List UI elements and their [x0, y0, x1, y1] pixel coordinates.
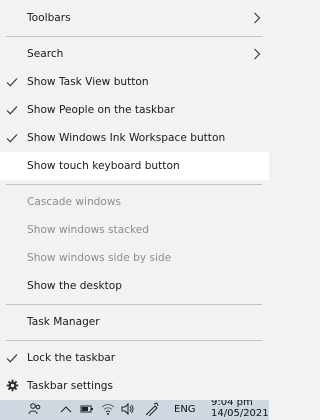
- people-icon[interactable]: [28, 402, 42, 416]
- gear-icon: [6, 379, 19, 392]
- checkmark-icon: [6, 78, 18, 87]
- menu-item-task-manager[interactable]: Task Manager: [0, 308, 269, 336]
- menu-item-label: Show People on the taskbar: [27, 104, 175, 116]
- menu-item-label: Show windows side by side: [27, 252, 172, 264]
- menu-item-toolbars[interactable]: Toolbars: [0, 4, 269, 32]
- clock-time: 9:04 pm: [211, 400, 253, 408]
- menu-item-taskbar-settings[interactable]: Taskbar settings: [0, 372, 269, 400]
- taskbar: ENG 9:04 pm 14/05/2021: [0, 400, 269, 420]
- checkmark-icon: [6, 106, 18, 115]
- menu-item-label: Search: [27, 48, 64, 60]
- menu-separator: [6, 184, 262, 185]
- menu-item-label: Task Manager: [27, 316, 100, 328]
- battery-icon[interactable]: [80, 403, 94, 415]
- menu-separator: [6, 340, 262, 341]
- menu-item-show-people[interactable]: Show People on the taskbar: [0, 96, 269, 124]
- menu-item-show-touch-keyboard[interactable]: Show touch keyboard button: [0, 152, 269, 180]
- menu-separator: [6, 36, 262, 37]
- ink-pen-icon[interactable]: [145, 402, 159, 416]
- checkmark-icon: [6, 134, 18, 143]
- menu-separator: [6, 304, 262, 305]
- volume-icon[interactable]: [121, 403, 135, 415]
- menu-item-label: Show windows stacked: [27, 224, 150, 236]
- menu-item-label: Show touch keyboard button: [27, 160, 180, 172]
- menu-item-show-ink-workspace[interactable]: Show Windows Ink Workspace button: [0, 124, 269, 152]
- taskbar-context-menu: Toolbars Search Show Task View button Sh…: [0, 0, 269, 400]
- chevron-right-icon: [254, 48, 261, 60]
- chevron-up-icon[interactable]: [60, 404, 72, 414]
- menu-item-cascade-windows: Cascade windows: [0, 188, 269, 216]
- menu-item-show-task-view[interactable]: Show Task View button: [0, 68, 269, 96]
- menu-item-label: Toolbars: [27, 12, 71, 24]
- menu-item-search[interactable]: Search: [0, 40, 269, 68]
- taskbar-clock[interactable]: 9:04 pm 14/05/2021: [211, 400, 269, 419]
- menu-item-lock-taskbar[interactable]: Lock the taskbar: [0, 344, 269, 372]
- menu-item-label: Show Windows Ink Workspace button: [27, 132, 226, 144]
- menu-item-label: Lock the taskbar: [27, 352, 116, 364]
- menu-item-show-desktop[interactable]: Show the desktop: [0, 272, 269, 300]
- menu-item-label: Cascade windows: [27, 196, 122, 208]
- language-indicator[interactable]: ENG: [174, 404, 196, 415]
- menu-item-label: Show the desktop: [27, 280, 122, 292]
- menu-item-windows-stacked: Show windows stacked: [0, 216, 269, 244]
- clock-date: 14/05/2021: [211, 408, 269, 419]
- menu-item-label: Taskbar settings: [27, 380, 114, 392]
- menu-item-windows-side-by-side: Show windows side by side: [0, 244, 269, 272]
- menu-item-label: Show Task View button: [27, 76, 149, 88]
- chevron-right-icon: [254, 12, 261, 24]
- wifi-icon[interactable]: [101, 402, 115, 416]
- checkmark-icon: [6, 354, 18, 363]
